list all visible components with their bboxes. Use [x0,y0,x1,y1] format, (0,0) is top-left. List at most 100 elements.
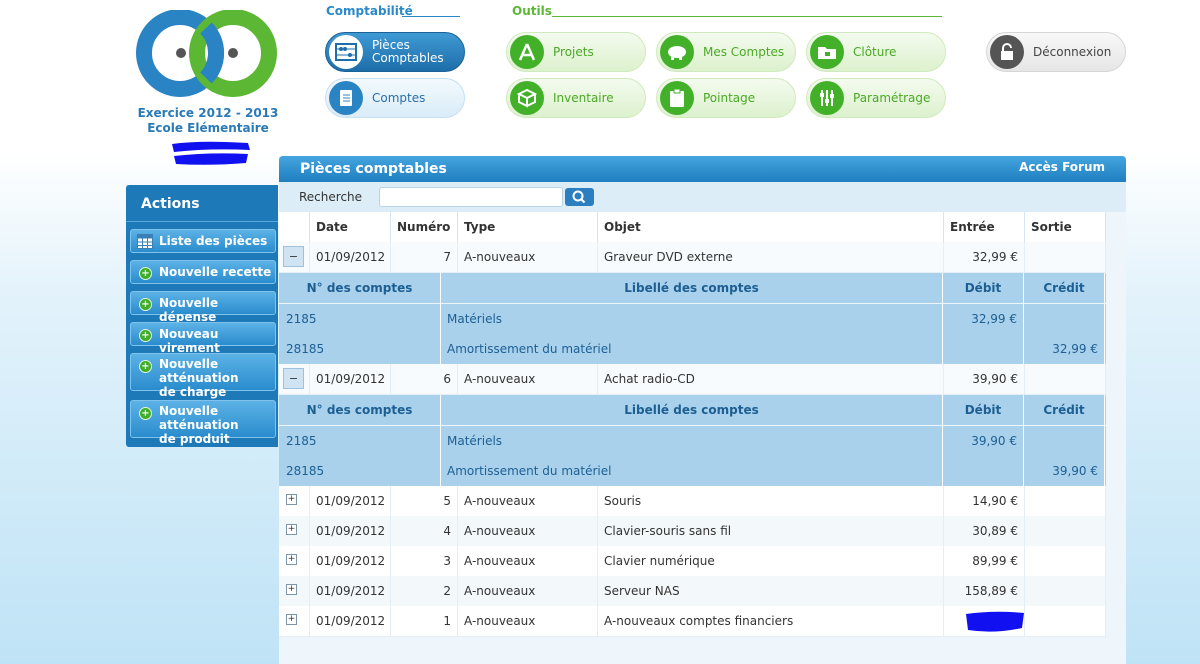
nav-pointage[interactable]: Pointage [656,78,796,118]
row-date: 01/09/2012 [310,606,391,636]
school-name: Ecole Elémentaire [147,121,269,135]
table-row[interactable]: − 01/09/2012 6 A-nouveaux Achat radio-CD… [279,364,1106,395]
col-sortie[interactable]: Sortie [1025,212,1106,242]
line-credit [1024,304,1105,334]
sliders-icon [810,81,844,115]
row-numero: 3 [391,546,458,576]
row-objet: Serveur NAS [598,576,944,606]
exercise-title: Exercice 2012 - 2013 [137,106,279,120]
line-debit: 32,99 € [943,304,1024,334]
row-entree: 14,90 € [944,486,1025,516]
col-numero[interactable]: Numéro [391,212,458,242]
line-compte: 2185 [279,426,441,456]
search-input[interactable] [379,187,563,207]
collapse-icon[interactable]: − [283,368,304,389]
plus-icon: + [139,298,152,311]
action-attenuation-produit[interactable]: + Nouvelle atténuation de produit [130,400,276,446]
nav-comptes[interactable]: Comptes [325,78,465,118]
row-date: 01/09/2012 [310,546,391,576]
expand-icon[interactable]: + [286,554,297,565]
row-entree: 39,90 € [944,364,1025,394]
action-depense-label: Nouvelle dépense [159,296,219,324]
table-row[interactable]: + 01/09/2012 3 A-nouveaux Clavier numéri… [279,546,1106,577]
row-type: A-nouveaux [458,546,598,576]
table-row[interactable]: + 01/09/2012 5 A-nouveaux Souris 14,90 € [279,486,1106,517]
nav-pieces-comptables[interactable]: Pièces Comptables [325,32,465,72]
expand-icon[interactable]: + [286,494,297,505]
nav-mes-comptes[interactable]: Mes Comptes [656,32,796,72]
action-nouvelle-recette[interactable]: + Nouvelle recette [130,260,276,284]
col-date[interactable]: Date [310,212,391,242]
main-header: Pièces comptables Accès Forum [279,156,1126,182]
row-type: A-nouveaux [458,364,598,394]
line-compte: 2185 [279,304,441,334]
plus-icon: + [139,267,152,280]
sub-col-libelle: Libellé des comptes [441,273,943,303]
row-type: A-nouveaux [458,516,598,546]
action-liste-pieces[interactable]: Liste des pièces [130,229,276,253]
table-header: Date Numéro Type Objet Entrée Sortie [279,212,1106,242]
nav-parametrage[interactable]: Paramétrage [806,78,946,118]
row-sortie [1025,546,1106,576]
row-type: A-nouveaux [458,242,598,272]
redacted-scribble [172,141,250,165]
line-debit: 39,90 € [943,426,1024,456]
table-row[interactable]: + 01/09/2012 4 A-nouveaux Clavier-souris… [279,516,1106,547]
action-nouvelle-depense[interactable]: + Nouvelle dépense [130,291,276,324]
action-recette-label: Nouvelle recette [159,265,272,279]
calendar-icon [137,234,153,252]
row-objet: Graveur DVD externe [598,242,944,272]
actions-panel: Actions Liste des pièces + Nouvelle rece… [126,185,278,447]
action-liste-label: Liste des pièces [159,234,268,248]
sub-col-compte: N° des comptes [279,273,441,303]
expand-icon[interactable]: + [286,584,297,595]
forum-link[interactable]: Accès Forum [1019,160,1105,174]
box-icon [510,81,544,115]
line-credit: 39,90 € [1024,456,1105,486]
nav-projets[interactable]: Projets [506,32,646,72]
page-title: Pièces comptables [300,161,447,177]
col-entree[interactable]: Entrée [944,212,1025,242]
nav-parametrage-label: Paramétrage [853,90,931,105]
expand-icon[interactable]: + [286,614,297,625]
nav-pieces-label: Pièces Comptables [372,38,444,65]
clipboard-icon [660,81,694,115]
line-libelle: Matériels [441,426,943,456]
action-attenuation-charge[interactable]: + Nouvelle atténuation de charge [130,353,276,399]
row-sortie [1025,576,1106,606]
row-numero: 1 [391,606,458,636]
line-libelle: Amortissement du matériel [441,334,943,364]
table-row[interactable]: + 01/09/2012 2 A-nouveaux Serveur NAS 15… [279,576,1106,607]
logout-button[interactable]: Déconnexion [986,32,1126,72]
row-sortie [1025,364,1106,394]
line-compte: 28185 [279,334,441,364]
row-objet: A-nouveaux comptes financiers [598,606,944,636]
sub-col-credit: Crédit [1024,273,1105,303]
plus-icon: + [139,360,152,373]
row-sortie [1025,516,1106,546]
row-objet: Clavier numérique [598,546,944,576]
nav-projets-label: Projets [553,44,594,59]
row-objet: Souris [598,486,944,516]
col-objet[interactable]: Objet [598,212,944,242]
col-type[interactable]: Type [458,212,598,242]
nav-inventaire-label: Inventaire [553,90,614,105]
toggle-col-header [279,212,310,242]
collapse-icon[interactable]: − [283,246,304,267]
sub-col-credit: Crédit [1024,395,1105,425]
row-sortie [1025,242,1106,272]
action-nouveau-virement[interactable]: + Nouveau virement [130,322,276,355]
actions-divider [126,221,278,222]
nav-cloture[interactable]: Clôture [806,32,946,72]
row-objet: Clavier-souris sans fil [598,516,944,546]
action-attenuation-produit-label: Nouvelle atténuation de produit [159,404,239,446]
table-row[interactable]: − 01/09/2012 7 A-nouveaux Graveur DVD ex… [279,242,1106,273]
row-sortie [1025,606,1106,636]
expand-icon[interactable]: + [286,524,297,535]
search-button[interactable] [565,188,594,206]
folder-lock-icon [810,35,844,69]
table-row[interactable]: + 01/09/2012 1 A-nouveaux A-nouveaux com… [279,606,1106,637]
nav-cloture-label: Clôture [853,44,897,59]
sub-table-row: 28185 Amortissement du matériel 32,99 € [279,334,1106,364]
nav-inventaire[interactable]: Inventaire [506,78,646,118]
